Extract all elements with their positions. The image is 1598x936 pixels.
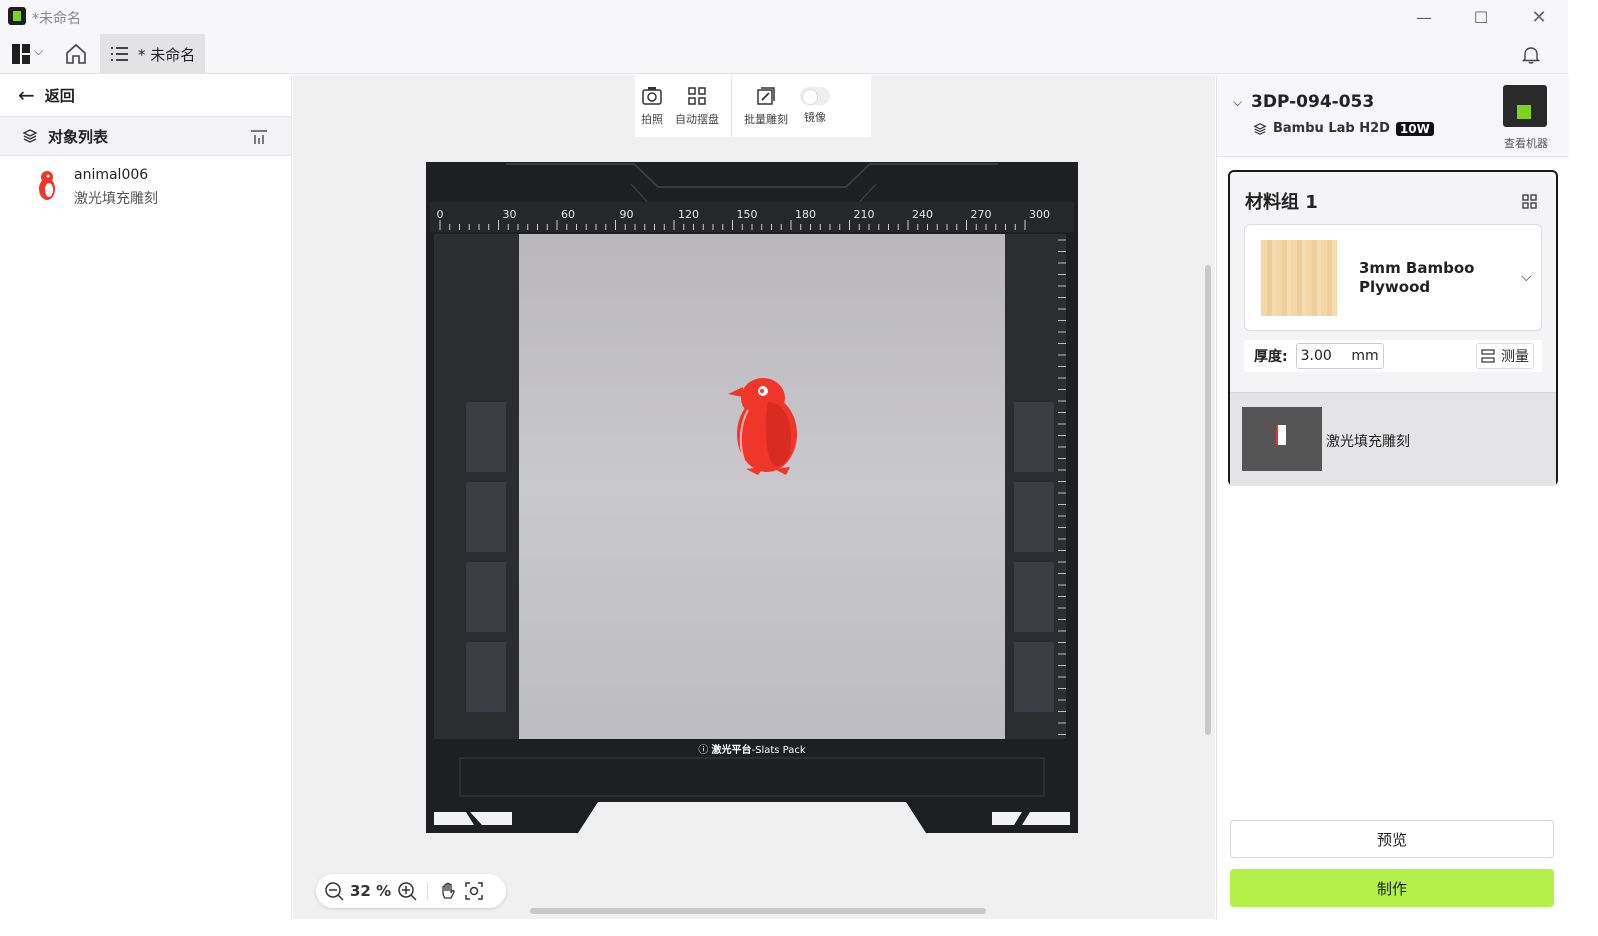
ruler-tick-label: 180 (795, 208, 816, 221)
horizontal-scrollbar[interactable] (530, 908, 986, 914)
tab-project-label: * 未命名 (138, 45, 196, 64)
close-icon[interactable]: ✕ (1527, 6, 1551, 28)
object-list-header: 对象列表 (0, 116, 291, 156)
app-menu-icon[interactable] (12, 44, 30, 64)
right-panel: ⌵ 3DP-094-053 Bambu Lab H2D 10W 查看机器 材料组… (1216, 75, 1569, 919)
auto-arrange-button[interactable]: 自动摆盘 (669, 75, 725, 137)
ruler-tick-label: 150 (737, 208, 758, 221)
chevron-down-icon[interactable]: ⌵ (1521, 269, 1532, 285)
photo-label: 拍照 (641, 113, 663, 126)
window-title: *未命名 (32, 11, 81, 27)
title-bar: *未命名 — ☐ ✕ (0, 0, 1568, 34)
batch-engrave-label: 批量雕刻 (744, 113, 788, 126)
layers-icon (1253, 122, 1267, 135)
ruler-tick-label: 0 (437, 208, 444, 221)
menu-bar: ⌵ * 未命名 (0, 34, 1568, 74)
measure-label: 测量 (1501, 349, 1529, 365)
thickness-row: 厚度: 3.00 mm 测量 (1244, 340, 1542, 372)
ruler-tick-label: 90 (620, 208, 634, 221)
app-logo-icon (8, 7, 26, 25)
process-thumbnail (1242, 407, 1322, 471)
process-row[interactable]: 激光填充雕刻 (1230, 392, 1556, 486)
material-group-card: 材料组 1 3mm Bamboo Plywood ⌵ 厚度: 3.00 mm 测… (1228, 170, 1558, 486)
zoom-level: 32 % (350, 882, 392, 900)
preview-button[interactable]: 预览 (1230, 820, 1554, 858)
photo-button[interactable]: 拍照 (635, 75, 669, 137)
back-label: 返回 (44, 86, 75, 105)
measure-button[interactable]: 测量 (1476, 343, 1534, 369)
layers-icon (22, 129, 38, 143)
platform-label-sub: -Slats Pack (751, 745, 806, 756)
object-type: 激光填充雕刻 (74, 191, 158, 207)
object-list-item[interactable]: animal006 激光填充雕刻 (0, 161, 291, 209)
ruler-tick-label: 120 (678, 208, 699, 221)
device-model: Bambu Lab H2D 10W (1253, 121, 1434, 136)
vertical-scrollbar[interactable] (1205, 265, 1211, 735)
hand-pan-icon[interactable] (438, 881, 458, 901)
arrow-left-icon: ← (18, 83, 35, 107)
grid-icon[interactable] (1522, 194, 1537, 209)
thickness-input[interactable]: 3.00 mm (1295, 343, 1384, 369)
object-name: animal006 (74, 167, 149, 183)
sort-icon[interactable] (250, 129, 268, 145)
mirror-toggle[interactable]: 镜像 (794, 75, 836, 137)
ruler-tick-label: 30 (503, 208, 517, 221)
thickness-value: 3.00 (1300, 348, 1332, 364)
batch-engrave-button[interactable]: 批量雕刻 (738, 75, 794, 137)
material-group-title: 材料组 1 (1245, 192, 1318, 213)
material-swatch (1261, 240, 1337, 316)
thickness-unit: mm (1351, 348, 1379, 364)
toolbar-divider (731, 75, 732, 137)
tab-project[interactable]: * 未命名 (100, 34, 205, 74)
home-icon[interactable] (64, 43, 88, 65)
machine-thumbnail[interactable] (1503, 85, 1547, 127)
batch-edit-icon (757, 87, 775, 105)
app-menu-chevron-down-icon[interactable]: ⌵ (34, 44, 43, 59)
device-name[interactable]: 3DP-094-053 (1251, 92, 1374, 112)
view-machine-label[interactable]: 查看机器 (1504, 135, 1548, 151)
zoom-out-icon[interactable] (324, 881, 344, 901)
left-panel: ← 返回 对象列表 animal006 激光填充雕刻 (0, 75, 292, 919)
maximize-icon[interactable]: ☐ (1469, 6, 1493, 28)
ruler-tick-label: 300 (1029, 208, 1050, 221)
minimize-icon[interactable]: — (1412, 6, 1436, 28)
platform-label-main: 激光平台 (711, 745, 752, 756)
make-button[interactable]: 制作 (1230, 869, 1554, 907)
zoom-divider (427, 882, 429, 900)
ruler-tick-label: 60 (561, 208, 575, 221)
canvas-toolbar: 拍照 自动摆盘 批量雕刻 镜像 (635, 75, 871, 137)
canvas-area[interactable]: 拍照 自动摆盘 批量雕刻 镜像 0 30 60 90 120 150 180 2… (293, 75, 1215, 919)
laser-bed[interactable]: 0 30 60 90 120 150 180 210 240 270 300 ⓘ… (426, 162, 1078, 833)
measure-icon (1481, 349, 1495, 363)
material-name: 3mm Bamboo Plywood (1359, 259, 1475, 296)
back-button[interactable]: ← 返回 (0, 75, 291, 115)
ruler-tick-label: 240 (912, 208, 933, 221)
process-label: 激光填充雕刻 (1326, 434, 1410, 450)
platform-label: ⓘ 激光平台-Slats Pack (698, 745, 806, 756)
laser-bed-graphic: 0 30 60 90 120 150 180 210 240 270 300 (426, 162, 1078, 833)
fit-view-icon[interactable] (464, 881, 484, 901)
penguin-thumbnail-icon (39, 171, 55, 200)
device-header: ⌵ 3DP-094-053 Bambu Lab H2D 10W 查看机器 (1217, 75, 1569, 157)
zoom-in-icon[interactable] (397, 881, 417, 901)
power-badge: 10W (1395, 121, 1434, 136)
ruler-tick-label: 270 (971, 208, 992, 221)
device-model-label: Bambu Lab H2D (1273, 121, 1390, 136)
thickness-label: 厚度: (1254, 349, 1288, 365)
device-chevron-down-icon[interactable]: ⌵ (1233, 95, 1242, 110)
camera-icon (642, 87, 662, 105)
material-selector[interactable]: 3mm Bamboo Plywood ⌵ (1244, 224, 1542, 331)
list-icon (111, 47, 128, 61)
mirror-switch[interactable] (800, 87, 830, 105)
ruler-tick-label: 210 (854, 208, 875, 221)
mirror-label: 镜像 (804, 111, 826, 124)
zoom-bar: 32 % (316, 874, 506, 908)
auto-arrange-label: 自动摆盘 (675, 113, 719, 126)
object-list-title: 对象列表 (48, 127, 109, 146)
grid-icon (688, 87, 706, 105)
bell-icon[interactable] (1521, 45, 1541, 65)
